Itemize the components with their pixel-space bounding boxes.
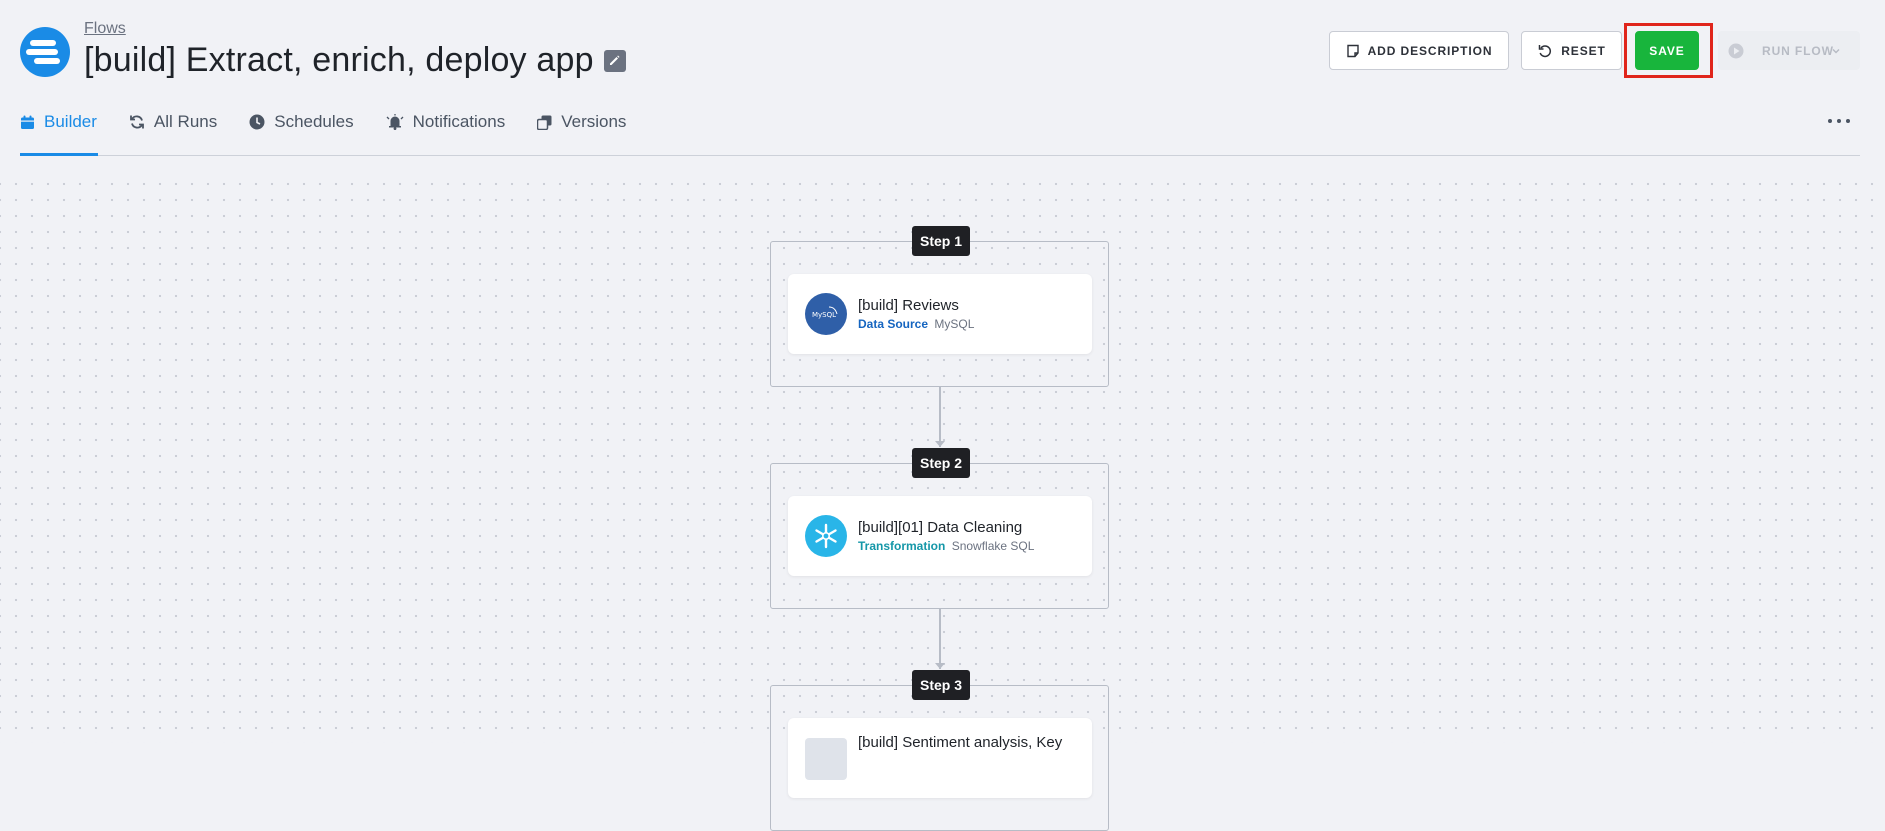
calendar-icon [21,115,34,129]
snowflake-logo-graphic [815,523,837,549]
connector-arrow-icon [935,441,945,447]
bell-icon [386,114,404,130]
step-connector [939,387,941,447]
tab-builder[interactable]: Builder [20,111,97,133]
tab-notifications-label: Notifications [412,112,506,131]
run-flow-label: RUN FLOW [1762,43,1834,58]
step-2-badge: Step 2 [912,448,970,478]
step-1-name: [build] Reviews [858,297,959,314]
step-2-name: [build][01] Data Cleaning [858,519,1023,536]
step-2-text: [build][01] Data Cleaning Transformation… [858,519,1034,553]
more-dot [1837,119,1841,123]
step-1-subtitle: Data Source MySQL [858,317,974,331]
more-options-button[interactable] [1828,112,1850,130]
tab-all-runs[interactable]: All Runs [129,111,217,133]
app-logo [20,27,70,77]
title-row: [build] Extract, enrich, deploy app [84,41,626,80]
tab-versions-label: Versions [561,112,627,131]
reset-button[interactable]: RESET [1521,31,1622,70]
add-description-button[interactable]: ADD DESCRIPTION [1329,31,1509,70]
step-3-card[interactable]: [build] Sentiment analysis, Key [788,718,1092,798]
more-dot [1846,119,1850,123]
tab-schedules-label: Schedules [274,112,354,131]
breadcrumb-flows[interactable]: Flows [84,20,126,38]
snowflake-icon [805,515,847,557]
undo-icon [1538,44,1552,57]
mysql-icon: MySQL [805,293,847,335]
run-flow-button[interactable]: RUN FLOW [1718,31,1860,70]
tab-versions[interactable]: Versions [537,111,626,133]
more-dot [1828,119,1832,123]
tab-bar: Builder All Runs Schedules Notifications… [20,111,658,156]
tab-divider [20,155,1860,156]
reset-label: RESET [1561,43,1606,58]
tab-builder-label: Builder [44,112,97,131]
step-2-subtitle: Transformation Snowflake SQL [858,539,1034,553]
note-icon [1346,44,1359,57]
edit-title-button[interactable] [603,49,626,72]
tab-all-runs-label: All Runs [153,112,218,131]
step-1-type: Data Source [858,317,929,331]
play-circle-icon [1728,43,1744,58]
python-icon [805,738,847,780]
step-connector [939,609,941,669]
chevron-down-icon[interactable] [1831,46,1841,56]
active-tab-indicator [20,153,98,156]
page-title: [build] Extract, enrich, deploy app [84,41,594,79]
refresh-icon [130,115,144,129]
mysql-logo-graphic: MySQL [812,306,838,319]
clock-icon [249,114,265,130]
connector-arrow-icon [935,663,945,669]
copy-icon [537,115,552,130]
tab-schedules[interactable]: Schedules [249,111,354,133]
step-2-connector: Snowflake SQL [951,539,1035,553]
pencil-icon [610,55,620,65]
step-3-badge: Step 3 [912,670,970,700]
svg-text:MySQL: MySQL [812,311,836,319]
step-1-text: [build] Reviews Data Source MySQL [858,297,974,331]
save-highlight-box [1624,23,1713,78]
step-2-card[interactable]: [build][01] Data Cleaning Transformation… [788,496,1092,576]
step-1-connector: MySQL [934,317,975,331]
step-1-card[interactable]: MySQL [build] Reviews Data Source MySQL [788,274,1092,354]
step-2-type: Transformation [858,539,946,553]
step-1-badge: Step 1 [912,226,970,256]
add-description-label: ADD DESCRIPTION [1367,43,1493,58]
tab-notifications[interactable]: Notifications [386,111,506,133]
